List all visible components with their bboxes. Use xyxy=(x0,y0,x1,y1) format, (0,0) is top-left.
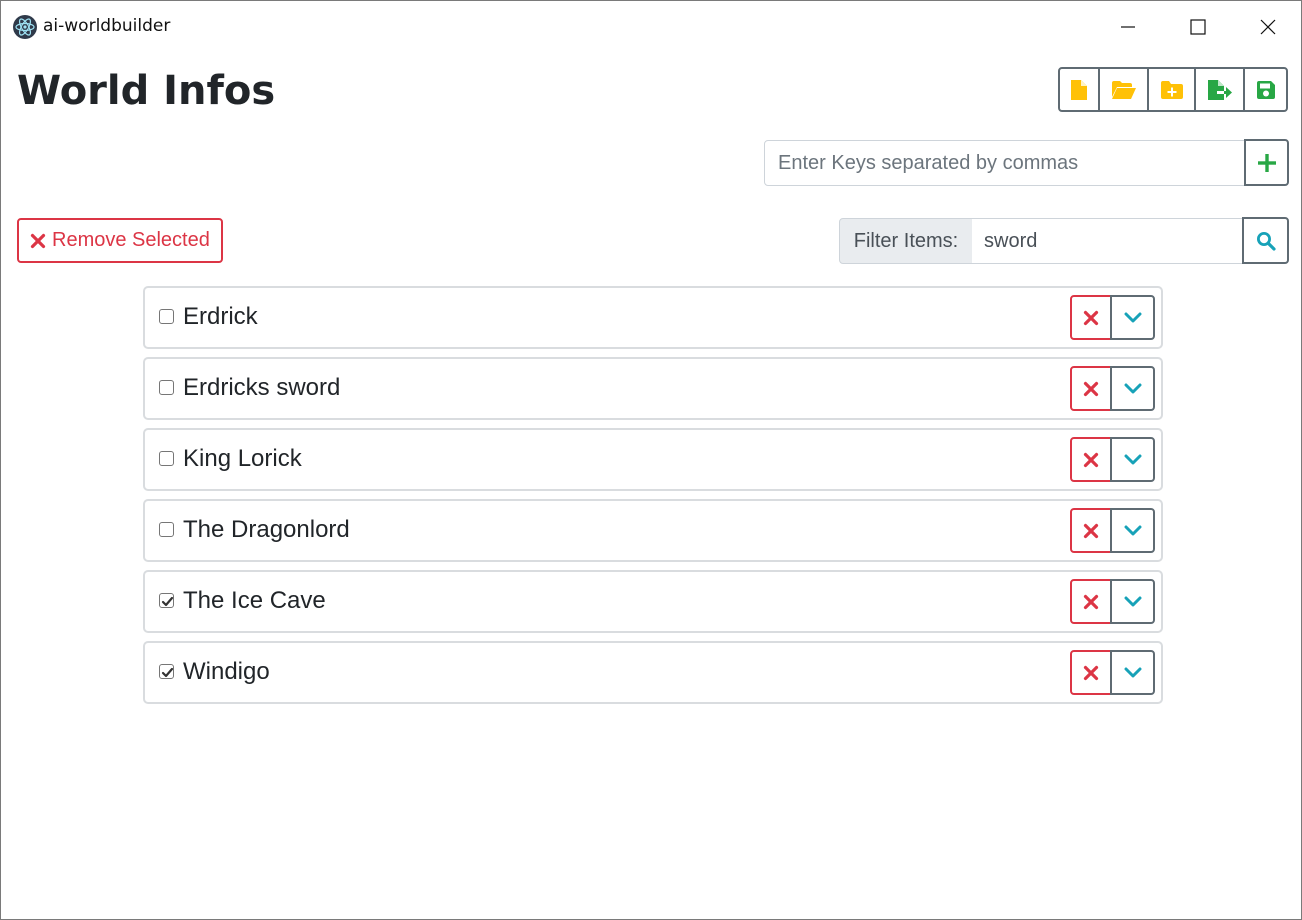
list-item: Erdricks sword xyxy=(143,357,1163,420)
item-label: The Ice Cave xyxy=(183,587,326,614)
minimize-button[interactable] xyxy=(1093,1,1163,53)
chevron-down-icon xyxy=(1124,312,1141,322)
file-toolbar xyxy=(1058,67,1288,112)
expand-item-button[interactable] xyxy=(1110,295,1155,340)
times-icon xyxy=(1083,665,1099,680)
delete-item-button[interactable] xyxy=(1070,295,1112,340)
maximize-button[interactable] xyxy=(1163,1,1233,53)
checkmark-icon xyxy=(161,667,174,678)
chevron-down-icon xyxy=(1124,383,1141,393)
item-checkbox[interactable] xyxy=(159,664,174,679)
folder-plus-icon xyxy=(1160,80,1183,99)
filter-label: Filter Items: xyxy=(839,218,973,264)
item-checkbox[interactable] xyxy=(159,522,174,537)
delete-item-button[interactable] xyxy=(1070,579,1112,624)
plus-icon xyxy=(1257,153,1276,172)
chevron-down-icon xyxy=(1124,454,1141,464)
item-label: Erdricks sword xyxy=(183,374,341,401)
chevron-down-icon xyxy=(1124,667,1141,677)
new-file-button[interactable] xyxy=(1058,67,1100,112)
app-window: ai-worldbuilder World Infos Enter Keys s… xyxy=(0,0,1302,920)
minimize-icon xyxy=(1121,26,1135,28)
new-folder-button[interactable] xyxy=(1147,67,1196,112)
expand-item-button[interactable] xyxy=(1110,650,1155,695)
item-label: The Dragonlord xyxy=(183,516,350,543)
electron-atom-icon xyxy=(13,15,37,39)
close-button[interactable] xyxy=(1233,1,1302,53)
times-icon xyxy=(1083,594,1099,609)
filter-input[interactable] xyxy=(972,218,1244,264)
maximize-icon xyxy=(1190,19,1206,35)
chevron-down-icon xyxy=(1124,525,1141,535)
save-icon xyxy=(1256,80,1275,99)
page-title: World Infos xyxy=(17,68,276,114)
list-item: King Lorick xyxy=(143,428,1163,491)
delete-item-button[interactable] xyxy=(1070,437,1112,482)
item-label: King Lorick xyxy=(183,445,302,472)
add-key-button[interactable] xyxy=(1244,139,1289,186)
save-button[interactable] xyxy=(1243,67,1288,112)
world-info-list: Erdrick Erdricks sword King Lorick The D… xyxy=(143,286,1163,712)
open-folder-button[interactable] xyxy=(1098,67,1149,112)
delete-item-button[interactable] xyxy=(1070,650,1112,695)
remove-selected-label: Remove Selected xyxy=(52,229,210,251)
times-icon xyxy=(1083,452,1099,467)
list-item: Erdrick xyxy=(143,286,1163,349)
remove-selected-button[interactable]: Remove Selected xyxy=(17,218,223,263)
folder-open-icon xyxy=(1111,80,1136,99)
times-icon xyxy=(1083,310,1099,325)
close-icon xyxy=(1260,19,1276,35)
file-export-icon xyxy=(1207,79,1232,100)
app-title: ai-worldbuilder xyxy=(43,16,171,36)
list-item: The Dragonlord xyxy=(143,499,1163,562)
expand-item-button[interactable] xyxy=(1110,366,1155,411)
file-icon xyxy=(1071,79,1087,100)
search-icon xyxy=(1256,231,1276,251)
expand-item-button[interactable] xyxy=(1110,579,1155,624)
list-item: Windigo xyxy=(143,641,1163,704)
times-icon xyxy=(1083,523,1099,538)
item-checkbox[interactable] xyxy=(159,309,174,324)
item-label: Windigo xyxy=(183,658,270,685)
expand-item-button[interactable] xyxy=(1110,437,1155,482)
item-checkbox[interactable] xyxy=(159,451,174,466)
list-item: The Ice Cave xyxy=(143,570,1163,633)
delete-item-button[interactable] xyxy=(1070,366,1112,411)
chevron-down-icon xyxy=(1124,596,1141,606)
checkmark-icon xyxy=(161,596,174,607)
title-bar[interactable]: ai-worldbuilder xyxy=(1,1,1301,53)
search-button[interactable] xyxy=(1242,217,1289,264)
export-file-button[interactable] xyxy=(1194,67,1245,112)
item-checkbox[interactable] xyxy=(159,380,174,395)
delete-item-button[interactable] xyxy=(1070,508,1112,553)
times-icon xyxy=(30,233,46,248)
times-icon xyxy=(1083,381,1099,396)
expand-item-button[interactable] xyxy=(1110,508,1155,553)
item-label: Erdrick xyxy=(183,303,258,330)
item-checkbox[interactable] xyxy=(159,593,174,608)
keys-input[interactable] xyxy=(764,140,1246,186)
